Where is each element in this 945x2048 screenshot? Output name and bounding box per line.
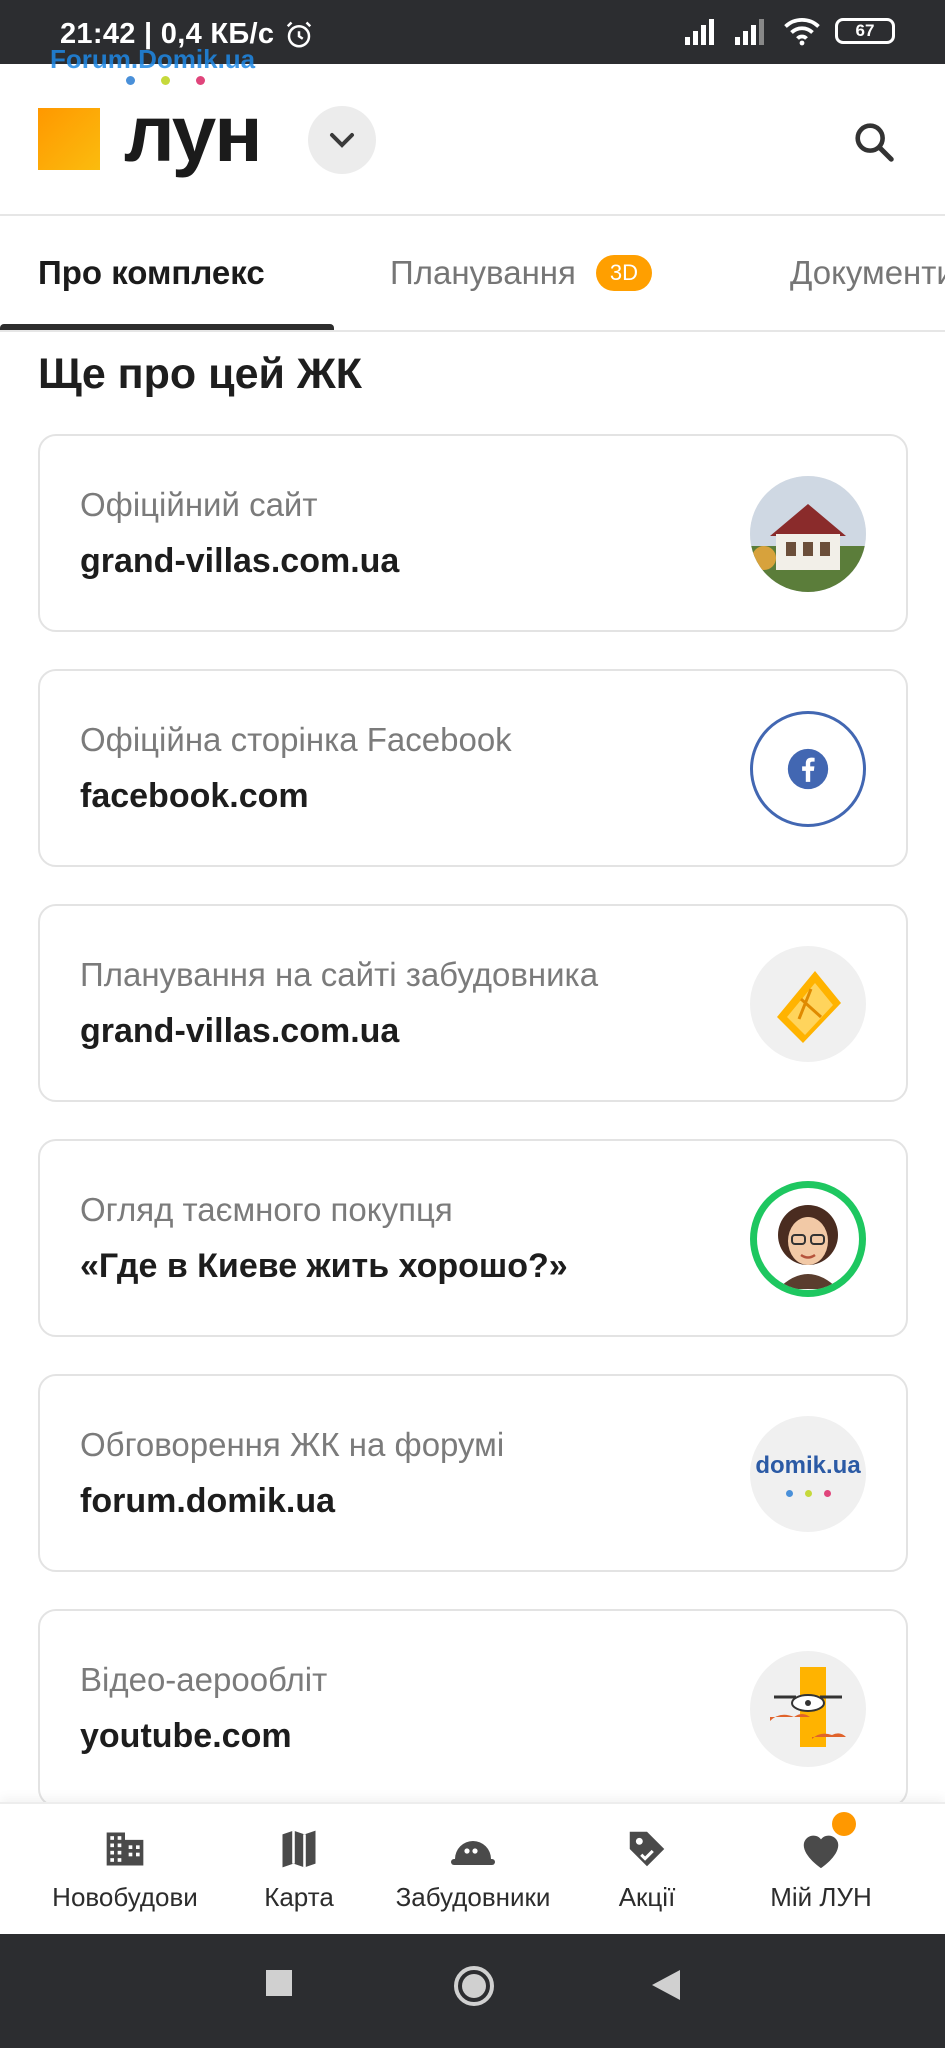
buildings-icon: [106, 1832, 144, 1866]
search-icon: [855, 123, 894, 162]
card-value: grand-villas.com.ua: [80, 542, 400, 580]
card-facebook[interactable]: Офіційна сторінка Facebook facebook.com: [38, 669, 908, 867]
back-triangle-icon: [652, 1970, 680, 2000]
battery-icon: 67: [835, 18, 895, 44]
back-button[interactable]: [650, 1968, 682, 2007]
tabs: Про комплекс Планування 3D Документи: [0, 216, 945, 332]
card-label: Відео-аерообліт: [80, 1661, 328, 1698]
tab-documents[interactable]: Документи: [790, 254, 945, 292]
link-cards: Офіційний сайт grand-villas.com.ua Офіці…: [38, 434, 908, 1844]
nav-my-lun[interactable]: Мій ЛУН: [726, 1812, 916, 1913]
alarm-icon: [287, 21, 312, 47]
status-indicators: 67: [683, 16, 895, 46]
home-button[interactable]: [452, 1964, 496, 2013]
drone-icon: [750, 1651, 866, 1767]
circle-icon: [454, 1966, 494, 2006]
recent-apps-button[interactable]: [264, 1968, 294, 2003]
nav-developers[interactable]: Забудовники: [378, 1824, 568, 1913]
watermark: Forum.Domik.ua: [50, 44, 256, 74]
card-value: facebook.com: [80, 777, 309, 815]
nav-new-buildings[interactable]: Новобудови: [30, 1824, 220, 1913]
card-official-site[interactable]: Офіційний сайт grand-villas.com.ua: [38, 434, 908, 632]
search-button[interactable]: [846, 114, 902, 170]
system-navigation-bar: [0, 1934, 945, 2048]
nav-label: Карта: [264, 1882, 334, 1912]
domik-logo-icon: domik.ua: [750, 1416, 866, 1532]
nav-map[interactable]: Карта: [204, 1824, 394, 1913]
avatar-icon: [750, 1181, 866, 1297]
watermark-dots: [126, 76, 205, 85]
card-label: Офіційна сторінка Facebook: [80, 721, 512, 758]
floorplan-icon: [750, 946, 866, 1062]
wifi-icon: [784, 18, 820, 46]
active-tab-indicator: [0, 324, 334, 330]
card-value: forum.domik.ua: [80, 1482, 336, 1520]
card-secret-buyer[interactable]: Огляд таємного покупця «Где в Киеве жить…: [38, 1139, 908, 1337]
bottom-navigation: Новобудови Карта Забудовники Акції Мій Л…: [0, 1802, 945, 1934]
hardhat-icon: [451, 1841, 495, 1865]
domik-logo-text: domik.ua: [755, 1451, 861, 1479]
3d-badge: 3D: [595, 255, 653, 291]
logo-mark[interactable]: [38, 108, 100, 170]
card-value: «Где в Киеве жить хорошо?»: [80, 1247, 568, 1285]
card-video[interactable]: Відео-аерообліт youtube.com: [38, 1609, 908, 1807]
section-title: Ще про цей ЖК: [38, 350, 362, 398]
card-value: grand-villas.com.ua: [80, 1012, 400, 1050]
nav-promotions[interactable]: Акції: [552, 1824, 742, 1913]
nav-label: Новобудови: [52, 1882, 198, 1912]
tab-about[interactable]: Про комплекс: [38, 254, 265, 292]
card-label: Планування на сайті забудовника: [80, 956, 599, 993]
nav-label: Мій ЛУН: [770, 1882, 872, 1912]
tab-planning[interactable]: Планування 3D: [390, 254, 653, 292]
facebook-icon: [750, 711, 866, 827]
card-label: Офіційний сайт: [80, 486, 318, 523]
signal-icon: [685, 19, 714, 45]
notification-dot: [832, 1812, 856, 1836]
logo-text[interactable]: лун: [124, 94, 263, 174]
card-developer-plans[interactable]: Планування на сайті забудовника grand-vi…: [38, 904, 908, 1102]
city-dropdown-button[interactable]: [308, 106, 376, 174]
card-value: youtube.com: [80, 1717, 292, 1755]
square-icon: [266, 1970, 292, 1996]
map-icon: [282, 1830, 316, 1868]
tab-planning-label: Планування: [390, 254, 576, 291]
app-header: лун: [0, 64, 945, 216]
chevron-down-icon: [330, 133, 354, 148]
nav-label: Акції: [618, 1882, 676, 1912]
house-photo-icon: [750, 476, 866, 592]
tag-icon: [629, 1831, 665, 1867]
card-label: Огляд таємного покупця: [80, 1191, 453, 1228]
nav-label: Забудовники: [395, 1882, 551, 1912]
card-forum[interactable]: Обговорення ЖК на форумі forum.domik.ua …: [38, 1374, 908, 1572]
card-label: Обговорення ЖК на форумі: [80, 1426, 505, 1463]
signal-icon-2: [735, 19, 764, 45]
